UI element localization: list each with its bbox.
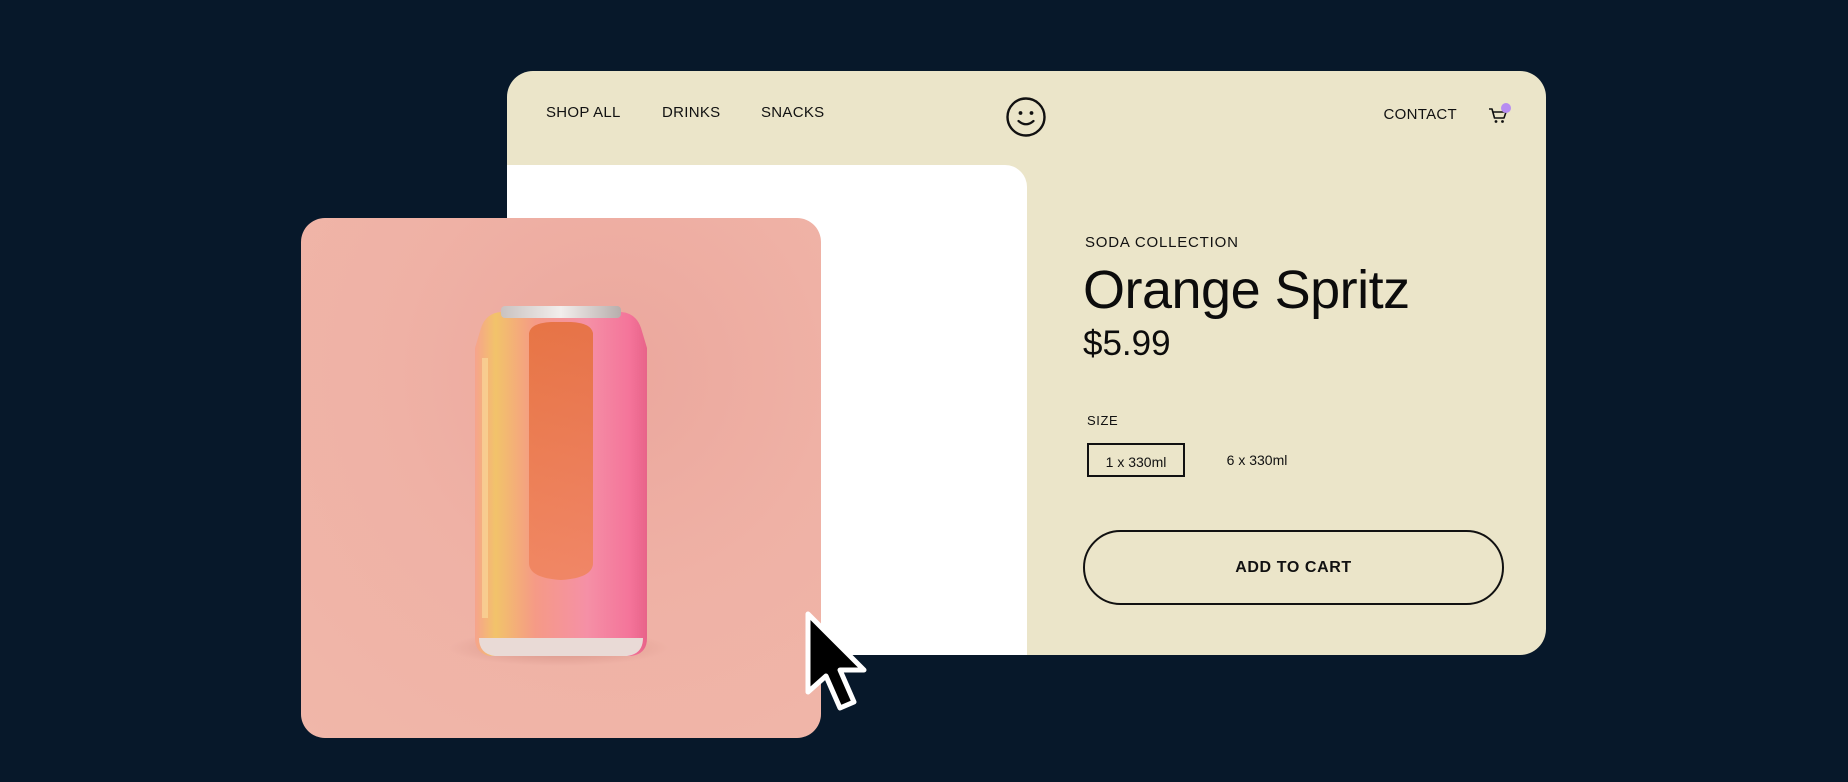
size-option-1x330[interactable]: 1 x 330ml [1087, 443, 1185, 477]
nav-shop-all[interactable]: SHOP ALL [546, 104, 621, 121]
add-to-cart-button[interactable]: ADD TO CART [1083, 530, 1504, 605]
cart-badge [1501, 103, 1511, 113]
product-info: SODA COLLECTION Orange Spritz $5.99 [1083, 234, 1513, 364]
mouse-cursor-icon [805, 611, 867, 711]
soda-can-image [449, 306, 669, 666]
nav-snacks[interactable]: SNACKS [761, 104, 825, 121]
size-option-6x330[interactable]: 6 x 330ml [1207, 443, 1307, 477]
smiley-icon[interactable] [1005, 96, 1047, 138]
size-label: SIZE [1087, 413, 1119, 428]
product-title: Orange Spritz [1083, 260, 1410, 320]
product-photo [301, 218, 821, 738]
collection-label: SODA COLLECTION [1085, 234, 1239, 251]
product-price: $5.99 [1083, 324, 1171, 364]
nav-contact[interactable]: CONTACT [1384, 106, 1457, 123]
nav-drinks[interactable]: DRINKS [662, 104, 720, 121]
top-nav: SHOP ALL DRINKS SNACKS CONTACT [507, 71, 1546, 161]
stage: SHOP ALL DRINKS SNACKS CONTACT SODA COLL… [0, 0, 1848, 782]
